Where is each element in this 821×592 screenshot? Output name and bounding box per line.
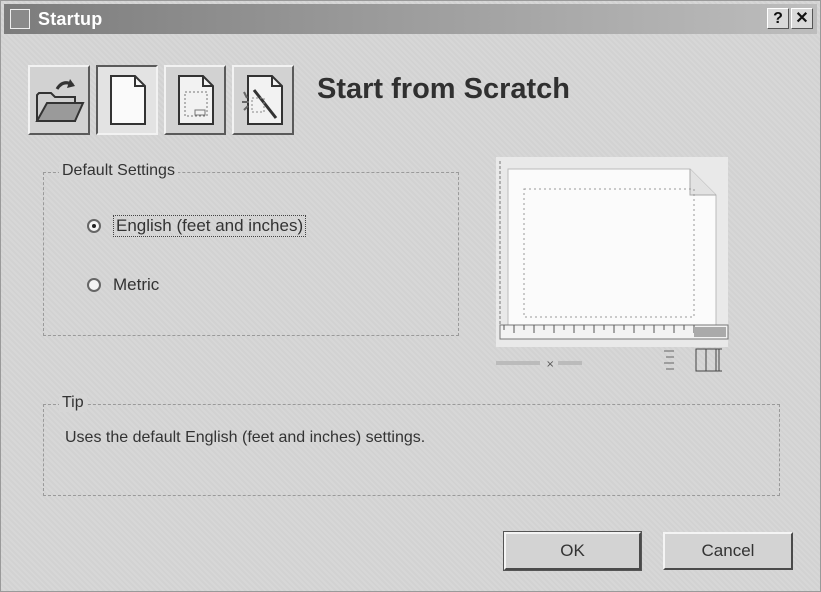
svg-text:×: × [546, 359, 554, 370]
app-icon [10, 9, 30, 29]
metric-option[interactable]: Metric [87, 275, 159, 295]
blank-page-icon [110, 75, 146, 125]
tip-text: Uses the default English (feet and inche… [65, 429, 426, 446]
english-label[interactable]: English (feet and inches) [113, 215, 307, 237]
title-bar[interactable]: Startup ? ✕ [4, 4, 817, 34]
default-settings-group [43, 172, 459, 336]
tip-group [43, 404, 780, 496]
start-from-scratch-button[interactable] [96, 65, 158, 135]
ok-button[interactable]: OK [503, 531, 642, 571]
help-button[interactable]: ? [767, 8, 789, 29]
use-template-button[interactable] [164, 65, 226, 135]
close-button[interactable]: ✕ [791, 8, 813, 29]
wizard-title: Start from Scratch [317, 73, 571, 105]
window-title: Startup [38, 8, 103, 29]
cancel-button[interactable]: Cancel [663, 532, 793, 570]
metric-radio[interactable] [87, 278, 101, 292]
open-folder-icon [35, 79, 85, 122]
use-wizard-button[interactable] [232, 65, 294, 135]
template-page-icon [178, 75, 214, 125]
tip-legend: Tip [59, 394, 87, 412]
wizard-page-icon [242, 75, 283, 125]
english-option[interactable]: English (feet and inches) [87, 215, 307, 237]
english-radio[interactable] [87, 219, 101, 233]
default-settings-legend: Default Settings [59, 162, 178, 180]
metric-label[interactable]: Metric [113, 275, 159, 295]
drawing-preview: × [496, 157, 729, 372]
open-drawing-button[interactable] [28, 65, 90, 135]
startup-dialog: Startup ? ✕ Start from Scratch Default S… [0, 0, 821, 592]
